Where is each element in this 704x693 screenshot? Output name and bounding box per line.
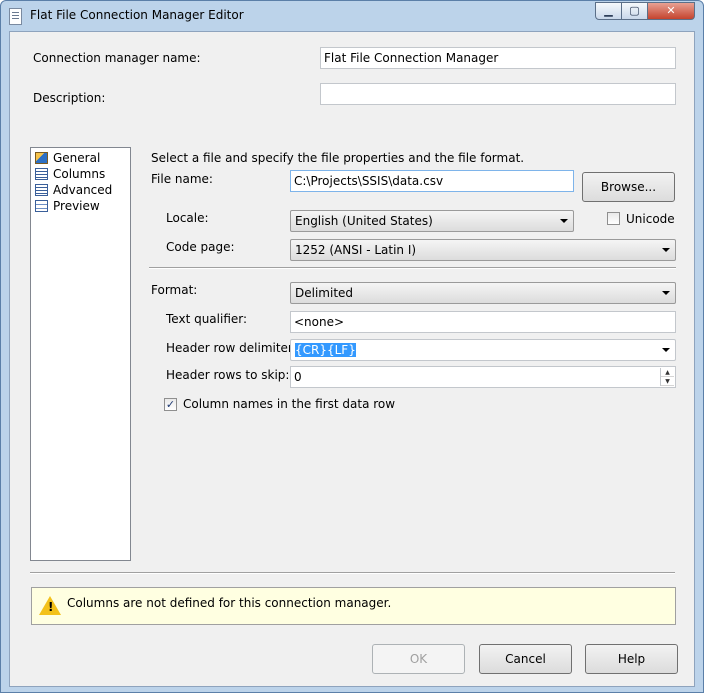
message-bar: ! Columns are not defined for this conne…	[31, 587, 676, 625]
browse-button[interactable]: Browse...	[582, 172, 675, 202]
locale-label: Locale:	[166, 211, 209, 225]
code-page-label: Code page:	[166, 240, 235, 254]
maximize-button[interactable]: ▢	[621, 2, 648, 20]
message-text: Columns are not defined for this connect…	[67, 596, 392, 610]
text-qualifier-input[interactable]: <none>	[290, 311, 676, 333]
format-label: Format:	[151, 283, 198, 297]
header-row-delimiter-select[interactable]: {CR}{LF}	[290, 339, 676, 361]
header-row-delimiter-value: {CR}{LF}	[295, 343, 356, 357]
locale-select[interactable]: English (United States)	[290, 210, 574, 232]
column-names-label: Column names in the first data row	[183, 397, 396, 411]
nav-item-label: General	[53, 151, 101, 165]
footer-divider	[30, 572, 675, 574]
header-rows-skip-stepper[interactable]: 0 ▲ ▼	[290, 366, 676, 388]
code-page-select[interactable]: 1252 (ANSI - Latin I)	[290, 239, 676, 261]
dialog-window: Flat File Connection Manager Editor ▁ ▢ …	[0, 0, 704, 693]
ok-button[interactable]: OK	[372, 644, 465, 674]
help-button[interactable]: Help	[585, 644, 678, 674]
spin-buttons[interactable]: ▲ ▼	[660, 368, 674, 386]
header-row-delimiter-label: Header row delimiter:	[166, 341, 297, 355]
connection-name-input[interactable]: Flat File Connection Manager	[320, 47, 676, 69]
spin-down-icon[interactable]: ▼	[661, 377, 674, 386]
advanced-icon	[35, 184, 48, 196]
column-names-checkbox[interactable]: ✓	[164, 398, 177, 411]
unicode-label: Unicode	[626, 212, 675, 226]
text-qualifier-label: Text qualifier:	[166, 312, 248, 326]
description-label: Description:	[33, 91, 106, 105]
preview-icon	[35, 200, 48, 212]
unicode-checkbox[interactable]	[607, 212, 620, 225]
chevron-down-icon	[662, 348, 670, 352]
nav-item-general[interactable]: General	[35, 150, 100, 166]
nav-item-label: Preview	[53, 199, 100, 213]
warning-icon: !	[39, 596, 61, 615]
format-value: Delimited	[295, 286, 354, 300]
description-input[interactable]	[320, 83, 676, 105]
locale-value: English (United States)	[295, 214, 433, 228]
general-icon	[35, 152, 48, 164]
code-page-value: 1252 (ANSI - Latin I)	[295, 243, 417, 257]
header-rows-skip-value: 0	[294, 370, 302, 384]
nav-item-columns[interactable]: Columns	[35, 166, 105, 182]
format-select[interactable]: Delimited	[290, 282, 676, 304]
page-nav-list: General Columns Advanced Preview	[30, 147, 131, 561]
connection-name-label: Connection manager name:	[33, 51, 201, 65]
file-name-input[interactable]: C:\Projects\SSIS\data.csv	[290, 170, 574, 192]
chevron-down-icon	[560, 219, 568, 223]
chevron-down-icon	[662, 291, 670, 295]
nav-item-label: Columns	[53, 167, 106, 181]
nav-item-preview[interactable]: Preview	[35, 198, 100, 214]
document-icon	[9, 8, 22, 25]
nav-item-label: Advanced	[53, 183, 113, 197]
cancel-button[interactable]: Cancel	[479, 644, 572, 674]
section-divider	[149, 267, 676, 269]
nav-item-advanced[interactable]: Advanced	[35, 182, 112, 198]
close-button[interactable]: ✕	[647, 2, 695, 20]
columns-icon	[35, 168, 48, 180]
window-title: Flat File Connection Manager Editor	[30, 8, 244, 22]
title-bar[interactable]: Flat File Connection Manager Editor ▁ ▢ …	[1, 1, 703, 31]
instruction-text: Select a file and specify the file prope…	[151, 151, 525, 165]
chevron-down-icon	[662, 248, 670, 252]
minimize-button[interactable]: ▁	[595, 2, 622, 20]
header-rows-skip-label: Header rows to skip:	[166, 368, 290, 382]
dialog-client-area: Connection manager name: Flat File Conne…	[9, 31, 695, 687]
file-name-label: File name:	[151, 172, 213, 186]
spin-up-icon[interactable]: ▲	[661, 368, 674, 377]
